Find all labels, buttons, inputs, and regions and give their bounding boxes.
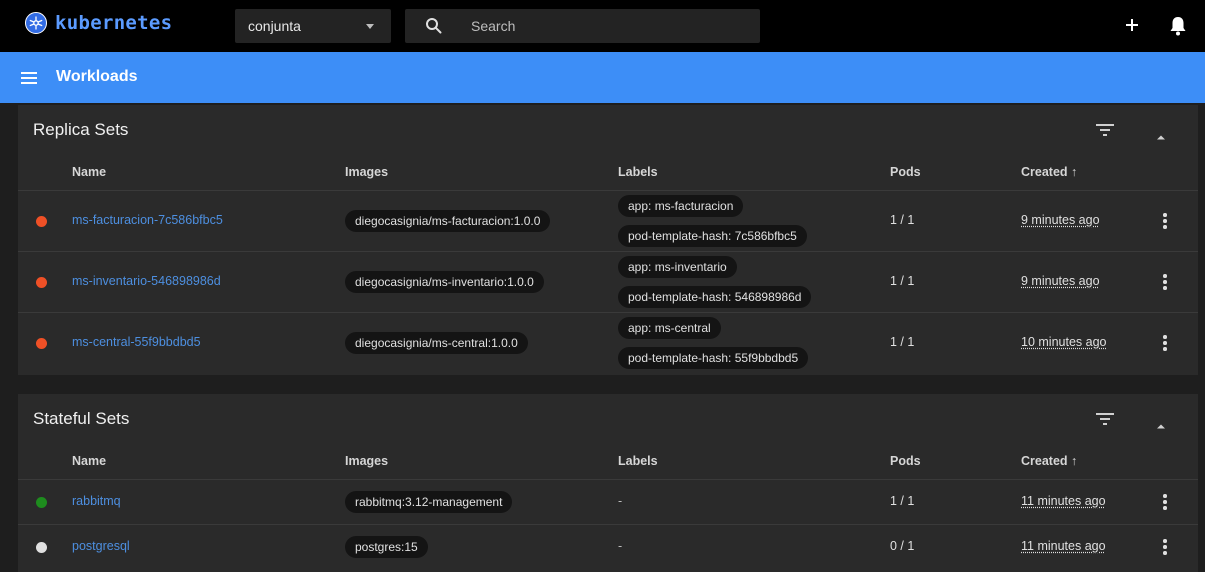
chevron-up-icon[interactable] xyxy=(1156,416,1166,434)
kubernetes-logo-icon xyxy=(25,12,47,34)
more-vert-icon[interactable] xyxy=(1160,274,1170,292)
workloads-header: Workloads xyxy=(0,52,1205,103)
image-chip: postgres:15 xyxy=(345,536,428,558)
card-title: Replica Sets xyxy=(33,120,129,139)
table-row: ms-facturacion-7c586bfbc5 diegocasignia/… xyxy=(18,191,1198,252)
table-row: ms-inventario-546898986d diegocasignia/m… xyxy=(18,252,1198,313)
stateful-set-name-link[interactable]: postgresql xyxy=(72,539,130,553)
column-header-name[interactable]: Name xyxy=(72,454,106,468)
table-row: ms-central-55f9bbdbd5 diegocasignia/ms-c… xyxy=(18,313,1198,375)
image-chip: diegocasignia/ms-central:1.0.0 xyxy=(345,332,528,354)
labels-empty: - xyxy=(618,494,623,508)
labels-empty: - xyxy=(618,539,623,553)
filter-icon[interactable] xyxy=(1096,123,1114,142)
status-pending-icon xyxy=(36,542,47,553)
bell-icon xyxy=(1170,17,1186,36)
chevron-down-icon xyxy=(366,24,374,29)
plus-icon xyxy=(1126,19,1138,31)
created-time: 10 minutes ago xyxy=(1021,335,1107,349)
status-error-icon xyxy=(36,338,47,349)
pods-count: 1 / 1 xyxy=(890,274,915,288)
column-header-images: Images xyxy=(345,454,389,468)
status-error-icon xyxy=(36,216,47,227)
notifications-button[interactable] xyxy=(1168,15,1188,37)
table-row: postgresql postgres:15 - 0 / 1 11 minute… xyxy=(18,525,1198,569)
top-bar: kubernetes conjunta xyxy=(0,0,1205,52)
column-header-created[interactable]: Created ↑ xyxy=(1021,454,1077,468)
pods-count: 0 / 1 xyxy=(890,539,915,553)
page-title: Workloads xyxy=(56,68,138,85)
table-row: rabbitmq rabbitmq:3.12-management - 1 / … xyxy=(18,480,1198,525)
label-chip: app: ms-facturacion xyxy=(618,195,744,217)
search-box[interactable] xyxy=(405,9,760,43)
stateful-set-name-link[interactable]: rabbitmq xyxy=(72,494,121,508)
brand-name: kubernetes xyxy=(55,12,173,34)
stateful-sets-card: Stateful Sets Name Images Labels Pods Cr… xyxy=(18,394,1198,572)
search-icon xyxy=(425,17,443,40)
created-time: 11 minutes ago xyxy=(1021,494,1106,508)
search-input[interactable] xyxy=(471,9,751,43)
menu-icon[interactable] xyxy=(21,71,37,84)
column-header-pods: Pods xyxy=(890,165,921,179)
status-error-icon xyxy=(36,277,47,288)
column-header-created[interactable]: Created ↑ xyxy=(1021,165,1077,179)
pods-count: 1 / 1 xyxy=(890,213,915,227)
created-time: 9 minutes ago xyxy=(1021,274,1100,288)
image-chip: diegocasignia/ms-inventario:1.0.0 xyxy=(345,271,544,293)
column-header-pods: Pods xyxy=(890,454,921,468)
chevron-up-icon[interactable] xyxy=(1156,127,1166,145)
replica-set-name-link[interactable]: ms-central-55f9bbdbd5 xyxy=(72,335,201,349)
image-chip: rabbitmq:3.12-management xyxy=(345,491,513,513)
replica-set-name-link[interactable]: ms-inventario-546898986d xyxy=(72,274,221,288)
more-vert-icon[interactable] xyxy=(1160,335,1170,353)
label-chip: pod-template-hash: 7c586bfbc5 xyxy=(618,225,807,247)
replica-sets-card: Replica Sets Name Images Labels Pods Cre… xyxy=(18,105,1198,375)
namespace-value: conjunta xyxy=(248,18,301,34)
column-header-labels: Labels xyxy=(618,165,658,179)
namespace-selector[interactable]: conjunta xyxy=(235,9,391,43)
label-chip: app: ms-inventario xyxy=(618,256,737,278)
image-chip: diegocasignia/ms-facturacion:1.0.0 xyxy=(345,210,551,232)
brand-logo-link[interactable]: kubernetes xyxy=(25,12,172,34)
filter-icon[interactable] xyxy=(1096,412,1114,431)
created-time: 9 minutes ago xyxy=(1021,213,1100,227)
more-vert-icon[interactable] xyxy=(1160,539,1170,557)
card-title: Stateful Sets xyxy=(33,409,130,428)
create-resource-button[interactable] xyxy=(1122,15,1142,35)
label-chip: app: ms-central xyxy=(618,317,721,339)
pods-count: 1 / 1 xyxy=(890,494,915,508)
replica-set-name-link[interactable]: ms-facturacion-7c586bfbc5 xyxy=(72,213,223,227)
column-header-images: Images xyxy=(345,165,389,179)
label-chip: pod-template-hash: 546898986d xyxy=(618,286,812,308)
label-chip: pod-template-hash: 55f9bbdbd5 xyxy=(618,347,809,369)
more-vert-icon[interactable] xyxy=(1160,494,1170,512)
column-header-labels: Labels xyxy=(618,454,658,468)
pods-count: 1 / 1 xyxy=(890,335,915,349)
created-time: 11 minutes ago xyxy=(1021,539,1106,553)
more-vert-icon[interactable] xyxy=(1160,213,1170,231)
column-header-name[interactable]: Name xyxy=(72,165,106,179)
status-ok-icon xyxy=(36,497,47,508)
